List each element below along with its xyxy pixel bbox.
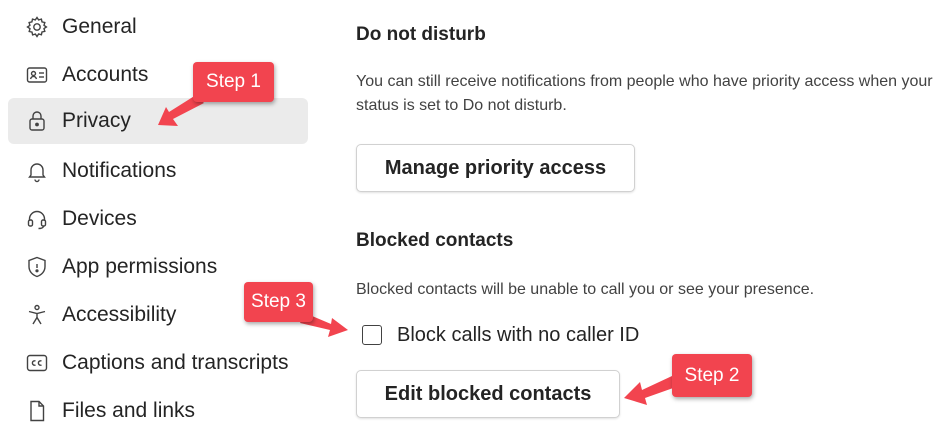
cc-icon <box>24 350 50 376</box>
manage-priority-access-button[interactable]: Manage priority access <box>356 144 635 192</box>
sidebar-item-general[interactable]: General <box>8 4 308 50</box>
sidebar-item-label: Accessibility <box>62 303 177 326</box>
bell-icon <box>24 158 50 184</box>
sidebar-item-captions[interactable]: Captions and transcripts <box>8 340 308 386</box>
sidebar-item-label: Accounts <box>62 63 149 86</box>
sidebar-item-notifications[interactable]: Notifications <box>8 148 308 194</box>
block-no-caller-id-checkbox[interactable] <box>362 325 382 345</box>
step3-callout: Step 3 <box>244 282 313 322</box>
sidebar-item-label: Notifications <box>62 159 177 182</box>
privacy-settings-panel: Do not disturb You can still receive not… <box>356 0 946 434</box>
id-card-icon <box>24 62 50 88</box>
sidebar-item-devices[interactable]: Devices <box>8 196 308 242</box>
sidebar-item-label: Privacy <box>62 109 131 132</box>
step1-callout: Step 1 <box>193 62 274 102</box>
document-icon <box>24 398 50 424</box>
step2-callout: Step 2 <box>672 354 752 397</box>
shield-icon <box>24 254 50 280</box>
edit-blocked-contacts-button[interactable]: Edit blocked contacts <box>356 370 620 418</box>
dnd-title: Do not disturb <box>356 24 486 45</box>
sidebar-item-label: App permissions <box>62 255 218 278</box>
blocked-contacts-description: Blocked contacts will be unable to call … <box>356 281 815 298</box>
sidebar-item-files[interactable]: Files and links <box>8 388 308 434</box>
block-no-caller-id-label[interactable]: Block calls with no caller ID <box>397 324 639 347</box>
lock-icon <box>24 108 50 134</box>
sidebar-item-label: Captions and transcripts <box>62 351 289 374</box>
gear-icon <box>24 14 50 40</box>
sidebar-item-privacy[interactable]: Privacy <box>8 98 308 144</box>
accessibility-icon <box>24 302 50 328</box>
sidebar-item-label: General <box>62 15 137 38</box>
blocked-contacts-title: Blocked contacts <box>356 230 514 251</box>
sidebar-item-label: Devices <box>62 207 137 230</box>
sidebar-item-label: Files and links <box>62 399 196 422</box>
dnd-description: You can still receive notifications from… <box>356 73 933 114</box>
headset-icon <box>24 206 50 232</box>
block-no-caller-id-row[interactable]: Block calls with no caller ID <box>362 322 639 348</box>
